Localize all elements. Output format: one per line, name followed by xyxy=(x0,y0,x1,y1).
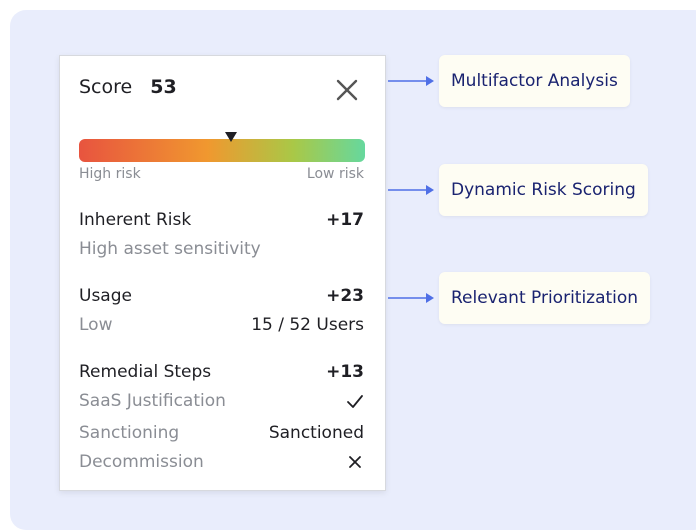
score-card: Score 53 High risk Low risk Inherent Risk… xyxy=(59,55,386,491)
gauge-right-label: Low risk xyxy=(306,166,364,182)
gauge-marker-icon xyxy=(224,132,237,142)
remedial-item-saas-justification: SaaS Justification xyxy=(79,391,364,411)
risk-gauge-bar xyxy=(79,139,365,162)
remedial-item-decommission: Decommission xyxy=(79,452,364,472)
close-icon xyxy=(336,79,358,101)
inherent-risk-title: Inherent Risk xyxy=(79,210,192,230)
score-title: Score xyxy=(79,76,133,98)
remedial-item-sanctioning: Sanctioning Sanctioned xyxy=(79,423,364,443)
remedial-steps-title: Remedial Steps xyxy=(79,362,212,382)
remedial-item-label: Sanctioning xyxy=(79,423,180,443)
remedial-item-label: Decommission xyxy=(79,452,204,472)
callout-multifactor-analysis: Multifactor Analysis xyxy=(439,55,630,107)
usage-title: Usage xyxy=(79,286,132,306)
inherent-risk-row: Inherent Risk +17 xyxy=(79,210,364,230)
score-value: 53 xyxy=(150,76,177,98)
callout-dynamic-risk-scoring: Dynamic Risk Scoring xyxy=(439,164,648,216)
arrow-right-icon xyxy=(388,293,434,303)
arrow-right-icon xyxy=(388,185,434,195)
usage-users: 15 / 52 Users xyxy=(251,315,364,335)
remedial-item-label: SaaS Justification xyxy=(79,391,226,411)
arrow-right-icon xyxy=(388,76,434,86)
remedial-item-value: Sanctioned xyxy=(268,423,364,443)
gauge-left-label: High risk xyxy=(79,166,141,182)
usage-row: Usage +23 xyxy=(79,286,364,306)
usage-detail-row: Low 15 / 52 Users xyxy=(79,315,364,335)
inherent-risk-detail-row: High asset sensitivity xyxy=(79,239,364,259)
inherent-risk-detail: High asset sensitivity xyxy=(79,239,261,259)
check-icon xyxy=(347,395,363,408)
remedial-steps-points: +13 xyxy=(326,362,364,382)
inherent-risk-points: +17 xyxy=(326,210,364,230)
usage-level: Low xyxy=(79,315,113,335)
callout-relevant-prioritization: Relevant Prioritization xyxy=(439,272,651,324)
usage-points: +23 xyxy=(326,286,364,306)
x-icon xyxy=(349,456,361,468)
remedial-steps-row: Remedial Steps +13 xyxy=(79,362,364,382)
close-button[interactable] xyxy=(334,77,360,103)
score-header: Score 53 xyxy=(79,76,177,98)
